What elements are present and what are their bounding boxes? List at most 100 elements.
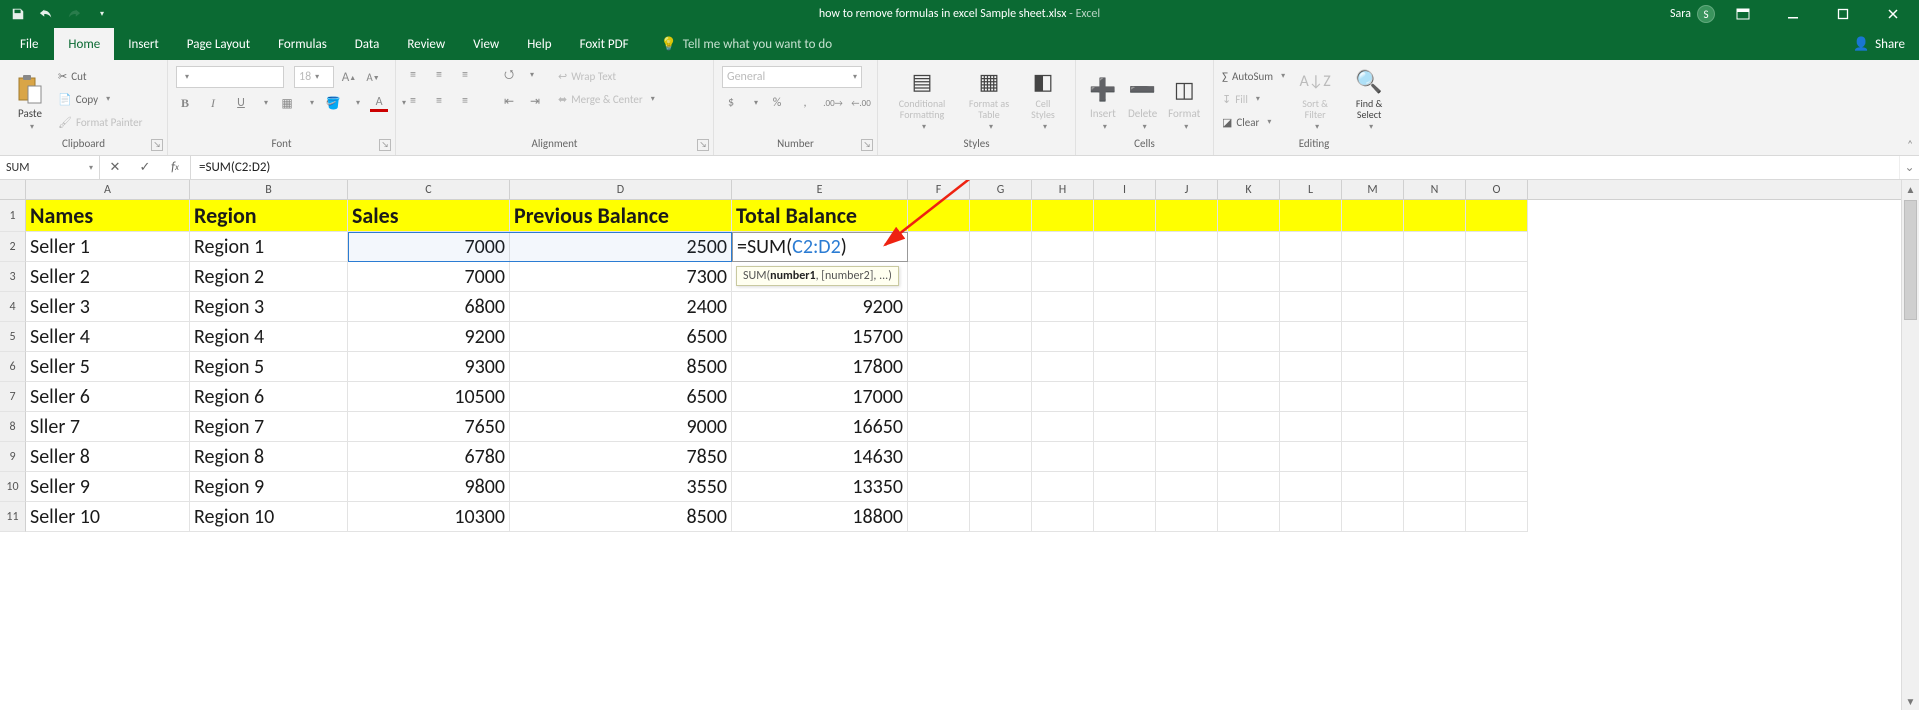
fx-icon[interactable]: fx <box>160 160 190 175</box>
cell-sales[interactable]: 9200 <box>348 322 510 352</box>
row-header[interactable]: 3 <box>0 262 26 292</box>
user-name[interactable]: Sara <box>1670 7 1691 21</box>
col-header-B[interactable]: B <box>190 180 348 199</box>
cell-sales[interactable]: 6800 <box>348 292 510 322</box>
cell-prev[interactable]: 8500 <box>510 502 732 532</box>
collapse-ribbon-icon[interactable]: ˄ <box>1907 138 1913 151</box>
row-header[interactable]: 7 <box>0 382 26 412</box>
cell-region[interactable]: Region 7 <box>190 412 348 442</box>
tab-insert[interactable]: Insert <box>114 28 173 60</box>
autosum-button[interactable]: ∑AutoSum▾ <box>1222 66 1285 86</box>
cell-sales[interactable]: 7650 <box>348 412 510 442</box>
scroll-thumb[interactable] <box>1904 200 1917 320</box>
row-header[interactable]: 6 <box>0 352 26 382</box>
header-prev[interactable]: Previous Balance <box>510 200 732 232</box>
cell-sales[interactable]: 7000 <box>348 232 510 262</box>
qat-customize-icon[interactable]: ▾ <box>90 3 114 25</box>
tell-me[interactable]: 💡 Tell me what you want to do <box>643 28 833 60</box>
tab-formulas[interactable]: Formulas <box>264 28 341 60</box>
cell-sales[interactable]: 7000 <box>348 262 510 292</box>
header-total[interactable]: Total Balance <box>732 200 908 232</box>
cell-total[interactable]: 17800 <box>732 352 908 382</box>
cell-total[interactable]: 9200 <box>732 292 908 322</box>
minimize-icon[interactable] <box>1771 0 1815 28</box>
row-header[interactable]: 1 <box>0 200 26 232</box>
dialog-launcher-icon[interactable]: ↘ <box>379 139 391 151</box>
col-header-D[interactable]: D <box>510 180 732 199</box>
save-icon[interactable] <box>6 3 30 25</box>
cell-region[interactable]: Region 4 <box>190 322 348 352</box>
cell-region[interactable]: Region 8 <box>190 442 348 472</box>
scroll-track[interactable] <box>1902 198 1919 692</box>
cell-total[interactable]: 17000 <box>732 382 908 412</box>
tab-page-layout[interactable]: Page Layout <box>173 28 264 60</box>
col-header-C[interactable]: C <box>348 180 510 199</box>
row-header[interactable]: 9 <box>0 442 26 472</box>
cell-total[interactable]: 16650 <box>732 412 908 442</box>
scroll-up-icon[interactable]: ▲ <box>1902 180 1919 198</box>
dialog-launcher-icon[interactable]: ↘ <box>697 139 709 151</box>
cell-name[interactable]: Seller 4 <box>26 322 190 352</box>
cell-name[interactable]: Sller 7 <box>26 412 190 442</box>
cell-total[interactable]: 14630 <box>732 442 908 472</box>
tab-data[interactable]: Data <box>341 28 394 60</box>
row-header[interactable]: 4 <box>0 292 26 322</box>
tab-help[interactable]: Help <box>513 28 565 60</box>
header-region[interactable]: Region <box>190 200 348 232</box>
cell-name[interactable]: Seller 6 <box>26 382 190 412</box>
row-header[interactable]: 2 <box>0 232 26 262</box>
cell-region[interactable]: Region 1 <box>190 232 348 262</box>
cell-prev[interactable]: 9000 <box>510 412 732 442</box>
cell-sales[interactable]: 9300 <box>348 352 510 382</box>
row-header[interactable]: 11 <box>0 502 26 532</box>
cell-prev[interactable]: 6500 <box>510 382 732 412</box>
cell-prev[interactable]: 2500 <box>510 232 732 262</box>
row-header[interactable]: 10 <box>0 472 26 502</box>
col-header-O[interactable]: O <box>1466 180 1528 199</box>
tab-file[interactable]: File <box>4 28 54 60</box>
tab-view[interactable]: View <box>459 28 513 60</box>
col-header-G[interactable]: G <box>970 180 1032 199</box>
cell-sales[interactable]: 6780 <box>348 442 510 472</box>
cell-region[interactable]: Region 3 <box>190 292 348 322</box>
cell-prev[interactable]: 8500 <box>510 352 732 382</box>
tab-home[interactable]: Home <box>54 28 114 60</box>
col-header-L[interactable]: L <box>1280 180 1342 199</box>
col-header-M[interactable]: M <box>1342 180 1404 199</box>
cell-name[interactable]: Seller 1 <box>26 232 190 262</box>
ribbon-display-icon[interactable] <box>1721 0 1765 28</box>
close-icon[interactable] <box>1871 0 1915 28</box>
col-header-F[interactable]: F <box>908 180 970 199</box>
col-header-K[interactable]: K <box>1218 180 1280 199</box>
undo-icon[interactable] <box>34 3 58 25</box>
cell-sales[interactable]: 10300 <box>348 502 510 532</box>
copy-button[interactable]: 📄Copy▾ <box>58 89 142 109</box>
tab-foxit-pdf[interactable]: Foxit PDF <box>566 28 643 60</box>
name-box[interactable]: SUM▾ <box>0 156 100 179</box>
cut-button[interactable]: ✂Cut <box>58 66 142 86</box>
scroll-down-icon[interactable]: ▼ <box>1902 692 1919 710</box>
header-sales[interactable]: Sales <box>348 200 510 232</box>
dialog-launcher-icon[interactable]: ↘ <box>151 139 163 151</box>
cell-name[interactable]: Seller 5 <box>26 352 190 382</box>
row-header[interactable]: 5 <box>0 322 26 352</box>
cell-total[interactable]: 18800 <box>732 502 908 532</box>
cell-name[interactable]: Seller 10 <box>26 502 190 532</box>
avatar[interactable]: S <box>1697 5 1715 23</box>
tab-review[interactable]: Review <box>393 28 459 60</box>
col-header-I[interactable]: I <box>1094 180 1156 199</box>
cell-prev[interactable]: 6500 <box>510 322 732 352</box>
cell-prev[interactable]: 7850 <box>510 442 732 472</box>
cell-region[interactable]: Region 10 <box>190 502 348 532</box>
cell-name[interactable]: Seller 9 <box>26 472 190 502</box>
clear-button[interactable]: ◪Clear▾ <box>1222 112 1285 132</box>
maximize-icon[interactable] <box>1821 0 1865 28</box>
cell-total[interactable]: 15700 <box>732 322 908 352</box>
cell-edit-e2[interactable]: =SUM(C2:D2) <box>732 232 908 262</box>
col-header-E[interactable]: E <box>732 180 908 199</box>
cell-name[interactable]: Seller 8 <box>26 442 190 472</box>
cancel-icon[interactable]: ✕ <box>100 160 130 175</box>
cell-region[interactable]: Region 9 <box>190 472 348 502</box>
cell-sales[interactable]: 10500 <box>348 382 510 412</box>
cell-name[interactable]: Seller 2 <box>26 262 190 292</box>
